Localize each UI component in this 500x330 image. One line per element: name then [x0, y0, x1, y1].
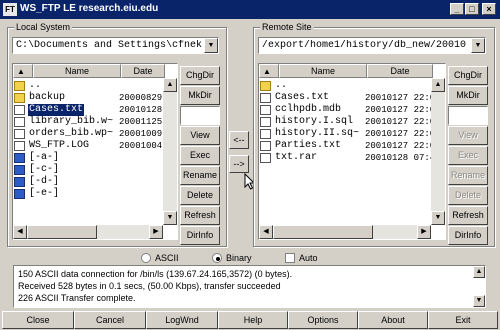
- remote-rename-button[interactable]: Rename: [448, 166, 488, 185]
- remote-file-list[interactable]: ▲ Name Date .. Cases.txt 20010127 22:0 c…: [258, 63, 446, 240]
- scroll-right-icon[interactable]: ▶: [417, 225, 431, 239]
- local-path-combo[interactable]: C:\Documents and Settings\cfnek ▼: [12, 37, 219, 54]
- chevron-down-icon[interactable]: ▼: [471, 38, 485, 53]
- remote-path-combo[interactable]: /export/home1/history/db_new/20010 ▼: [258, 37, 486, 54]
- file-icon: [260, 141, 271, 151]
- remote-hscroll-thumb[interactable]: [273, 225, 373, 239]
- maximize-button[interactable]: □: [465, 3, 479, 15]
- ws-ftp-window: FT WS_FTP LE research.eiu.edu _ □ × Loca…: [0, 0, 500, 330]
- checkbox-box: [285, 253, 295, 263]
- file-icon: [260, 153, 271, 163]
- remote-date-header[interactable]: Date: [367, 64, 433, 78]
- folder-icon: [14, 93, 25, 103]
- remote-delete-button[interactable]: Delete: [448, 186, 488, 205]
- local-file-list[interactable]: ▲ Name Date .. backup 20000829 2 Cases.t…: [12, 63, 178, 240]
- options-button[interactable]: Options: [288, 311, 358, 329]
- local-up-column[interactable]: ▲: [13, 64, 33, 78]
- about-button[interactable]: About: [358, 311, 428, 329]
- local-filter-field[interactable]: [180, 106, 220, 125]
- radio-circle: [141, 253, 151, 263]
- drive-icon: [14, 177, 25, 187]
- local-refresh-button[interactable]: Refresh: [180, 206, 220, 225]
- local-system-label: Local System: [14, 22, 73, 33]
- remote-exec-button[interactable]: Exec: [448, 146, 488, 165]
- remote-refresh-button[interactable]: Refresh: [448, 206, 488, 225]
- local-date-header[interactable]: Date: [121, 64, 165, 78]
- close-button[interactable]: Close: [2, 311, 74, 329]
- scroll-left-icon[interactable]: ◀: [13, 225, 27, 239]
- local-view-button[interactable]: View: [180, 126, 220, 145]
- remote-vertical-scrollbar[interactable]: ▲ ▼: [431, 78, 445, 225]
- scroll-right-icon[interactable]: ▶: [149, 225, 163, 239]
- binary-label: Binary: [226, 253, 252, 263]
- app-icon: FT: [3, 3, 17, 16]
- radio-circle-selected: [212, 253, 222, 263]
- file-icon: [260, 93, 271, 103]
- scroll-down-icon[interactable]: ▼: [473, 295, 485, 307]
- scroll-down-icon[interactable]: ▼: [163, 211, 177, 225]
- file-icon: [14, 141, 25, 151]
- log-line: 226 ASCII Transfer complete.: [18, 293, 136, 303]
- arrow-up-icon: ▲: [263, 67, 271, 76]
- help-button[interactable]: Help: [218, 311, 288, 329]
- drive-icon: [14, 153, 25, 163]
- title-bar[interactable]: FT WS_FTP LE research.eiu.edu _ □ ×: [0, 0, 500, 19]
- log-line: 150 ASCII data connection for /bin/ls (1…: [18, 269, 293, 279]
- log-line: Received 528 bytes in 0.1 secs, (50.00 K…: [18, 281, 281, 291]
- remote-horizontal-scrollbar[interactable]: ◀ ▶: [259, 225, 431, 239]
- drive-icon: [14, 189, 25, 199]
- download-button[interactable]: <--: [229, 131, 249, 149]
- scroll-left-icon[interactable]: ◀: [259, 225, 273, 239]
- up-folder-icon: [14, 81, 25, 91]
- arrow-up-icon: ▲: [17, 67, 25, 76]
- window-title: WS_FTP LE research.eiu.edu: [20, 3, 159, 14]
- scroll-up-icon[interactable]: ▲: [163, 78, 177, 92]
- local-horizontal-scrollbar[interactable]: ◀ ▶: [13, 225, 163, 239]
- local-exec-button[interactable]: Exec: [180, 146, 220, 165]
- remote-mkdir-button[interactable]: MkDir: [448, 86, 488, 105]
- chevron-down-icon[interactable]: ▼: [204, 38, 218, 53]
- logwnd-button[interactable]: LogWnd: [146, 311, 218, 329]
- file-icon: [14, 129, 25, 139]
- scroll-up-icon[interactable]: ▲: [431, 78, 445, 92]
- local-rename-button[interactable]: Rename: [180, 166, 220, 185]
- minimize-button[interactable]: _: [450, 3, 464, 15]
- close-window-button[interactable]: ×: [482, 3, 496, 15]
- local-hscroll-thumb[interactable]: [27, 225, 97, 239]
- auto-label: Auto: [299, 253, 318, 263]
- local-chgdir-button[interactable]: ChgDir: [180, 66, 220, 85]
- cancel-button[interactable]: Cancel: [74, 311, 146, 329]
- remote-site-label: Remote Site: [260, 22, 314, 33]
- ascii-label: ASCII: [155, 253, 179, 263]
- drive-icon: [14, 165, 25, 175]
- file-icon: [260, 129, 271, 139]
- up-folder-icon: [260, 81, 271, 91]
- remote-chgdir-button[interactable]: ChgDir: [448, 66, 488, 85]
- exit-button[interactable]: Exit: [428, 311, 498, 329]
- scroll-down-icon[interactable]: ▼: [431, 211, 445, 225]
- local-vertical-scrollbar[interactable]: ▲ ▼: [163, 78, 177, 225]
- local-dirinfo-button[interactable]: DirInfo: [180, 226, 220, 245]
- remote-dirinfo-button[interactable]: DirInfo: [448, 226, 488, 245]
- remote-filter-field[interactable]: [448, 106, 488, 125]
- remote-name-header[interactable]: Name: [279, 64, 367, 78]
- local-delete-button[interactable]: Delete: [180, 186, 220, 205]
- scroll-up-icon[interactable]: ▲: [473, 266, 485, 278]
- local-mkdir-button[interactable]: MkDir: [180, 86, 220, 105]
- remote-path-text: /export/home1/history/db_new/20010: [262, 40, 467, 51]
- local-name-header[interactable]: Name: [33, 64, 121, 78]
- remote-up-column[interactable]: ▲: [259, 64, 279, 78]
- file-icon: [14, 117, 25, 127]
- remote-view-button[interactable]: View: [448, 126, 488, 145]
- file-icon: [260, 117, 271, 127]
- file-icon: [260, 105, 271, 115]
- upload-button[interactable]: -->: [229, 155, 249, 173]
- file-icon: [14, 105, 25, 115]
- message-log[interactable]: 150 ASCII data connection for /bin/ls (1…: [13, 265, 486, 308]
- local-path-text: C:\Documents and Settings\cfnek: [16, 40, 202, 51]
